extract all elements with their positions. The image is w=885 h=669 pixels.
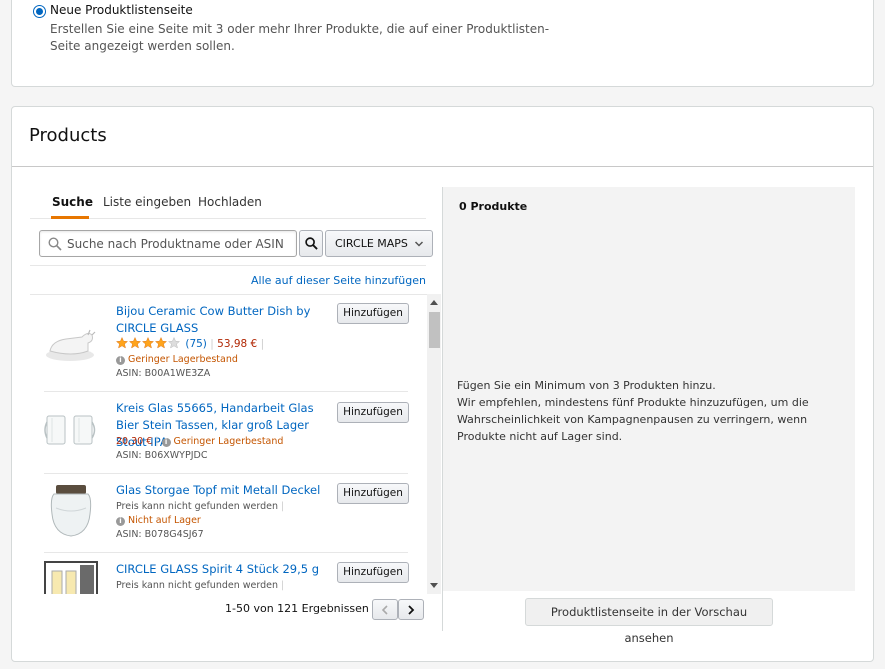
next-page-button[interactable] [398,599,424,620]
price: 20,30 € [116,436,153,447]
add-button[interactable]: Hinzufügen [337,303,409,324]
product-image [46,329,96,361]
asin: ASIN: B078G4SJ67 [116,529,204,540]
radio-label: Neue Produktlistenseite [50,3,193,17]
products-title: Products [29,125,107,146]
stock-status: i Geringer Lagerbestand [116,353,238,367]
list-item: Glas Storgae Topf mit Metall Deckel Prei… [44,474,409,553]
list-item: CIRCLE GLASS Spirit 4 Stück 29,5 g Preis… [44,553,409,594]
scroll-down-icon[interactable] [430,583,438,588]
stock-status: Geringer Lagerbestand [173,436,284,447]
price-note: Preis kann nicht gefunden werden | [116,501,285,512]
tab-search[interactable]: Suche [52,195,93,209]
brand-dropdown-value: CIRCLE MAPS [335,237,408,250]
info-icon: i [116,356,125,365]
add-button[interactable]: Hinzufügen [337,562,409,583]
product-image [44,415,96,445]
results-count: 1-50 von 121 Ergebnissen [225,602,369,615]
product-image [44,561,98,594]
scrollbar-thumb[interactable] [429,312,440,348]
rating-row: (75) | 53,98 € | [116,337,264,351]
price-stock-row: 20,30 € | i Geringer Lagerbestand [116,436,284,447]
tab-enter-list[interactable]: Liste eingeben [103,195,191,209]
product-title[interactable]: CIRCLE GLASS Spirit 4 Stück 29,5 g [116,561,331,578]
scroll-up-icon[interactable] [430,300,438,305]
message-line-2: Wir empfehlen, mindestens fünf Produkte … [457,396,809,443]
product-title[interactable]: Bijou Ceramic Cow Butter Dish by CIRCLE … [116,303,331,337]
add-all-link[interactable]: Alle auf dieser Seite hinzufügen [251,274,426,287]
divider [12,166,873,167]
list-item: Kreis Glas 55665, Handarbeit Glas Bier S… [44,392,409,474]
products-card: Products Suche Liste eingeben Hochladen … [11,106,874,662]
add-all-link-row: Alle auf dieser Seite hinzufügen [30,265,426,287]
selected-message: Fügen Sie ein Minimum von 3 Produkten hi… [457,377,827,445]
tabs: Suche Liste eingeben Hochladen [30,185,426,219]
search-input[interactable] [67,231,293,256]
add-button[interactable]: Hinzufügen [337,402,409,423]
chevron-right-icon [408,605,415,615]
stock-status: i Nicht auf Lager [116,514,201,528]
product-image [50,485,92,537]
search-icon [48,237,62,251]
search-icon [305,237,318,250]
search-box [39,230,297,257]
info-icon: i [116,517,125,526]
info-icon: i [161,438,171,447]
asin: ASIN: B00A1WE3ZA [116,368,211,379]
search-button[interactable] [299,230,323,257]
add-button[interactable]: Hinzufügen [337,483,409,504]
list-scrollbar[interactable] [427,294,441,594]
selected-count: 0 Produkte [459,200,528,213]
radio-description: Erstellen Sie eine Seite mit 3 oder mehr… [50,22,550,53]
preview-button[interactable]: Produktlistenseite in der Vorschau anseh… [525,598,773,645]
star-rating-icon [116,337,181,349]
price: 53,98 € [217,338,258,350]
new-product-list-radio[interactable] [33,5,46,18]
chevron-left-icon [381,605,388,615]
message-line-1: Fügen Sie ein Minimum von 3 Produkten hi… [457,379,716,392]
product-title[interactable]: Glas Storgae Topf mit Metall Deckel [116,482,331,499]
prev-page-button[interactable] [372,599,398,620]
asin: ASIN: B06XWYPJDC [116,450,208,461]
product-list: Bijou Ceramic Cow Butter Dish by CIRCLE … [30,294,441,594]
active-tab-indicator [51,216,89,219]
list-item: Bijou Ceramic Cow Butter Dish by CIRCLE … [44,295,409,392]
rating-count[interactable]: (75) [185,338,207,350]
selected-products-panel: 0 Produkte Fügen Sie ein Minimum von 3 P… [443,187,855,591]
chevron-down-icon [414,241,424,247]
tab-upload[interactable]: Hochladen [198,195,262,209]
brand-dropdown[interactable]: CIRCLE MAPS [325,230,433,257]
price-note: Preis kann nicht gefunden werden | [116,580,285,591]
page-type-card: Neue Produktlistenseite Erstellen Sie ei… [11,0,874,87]
